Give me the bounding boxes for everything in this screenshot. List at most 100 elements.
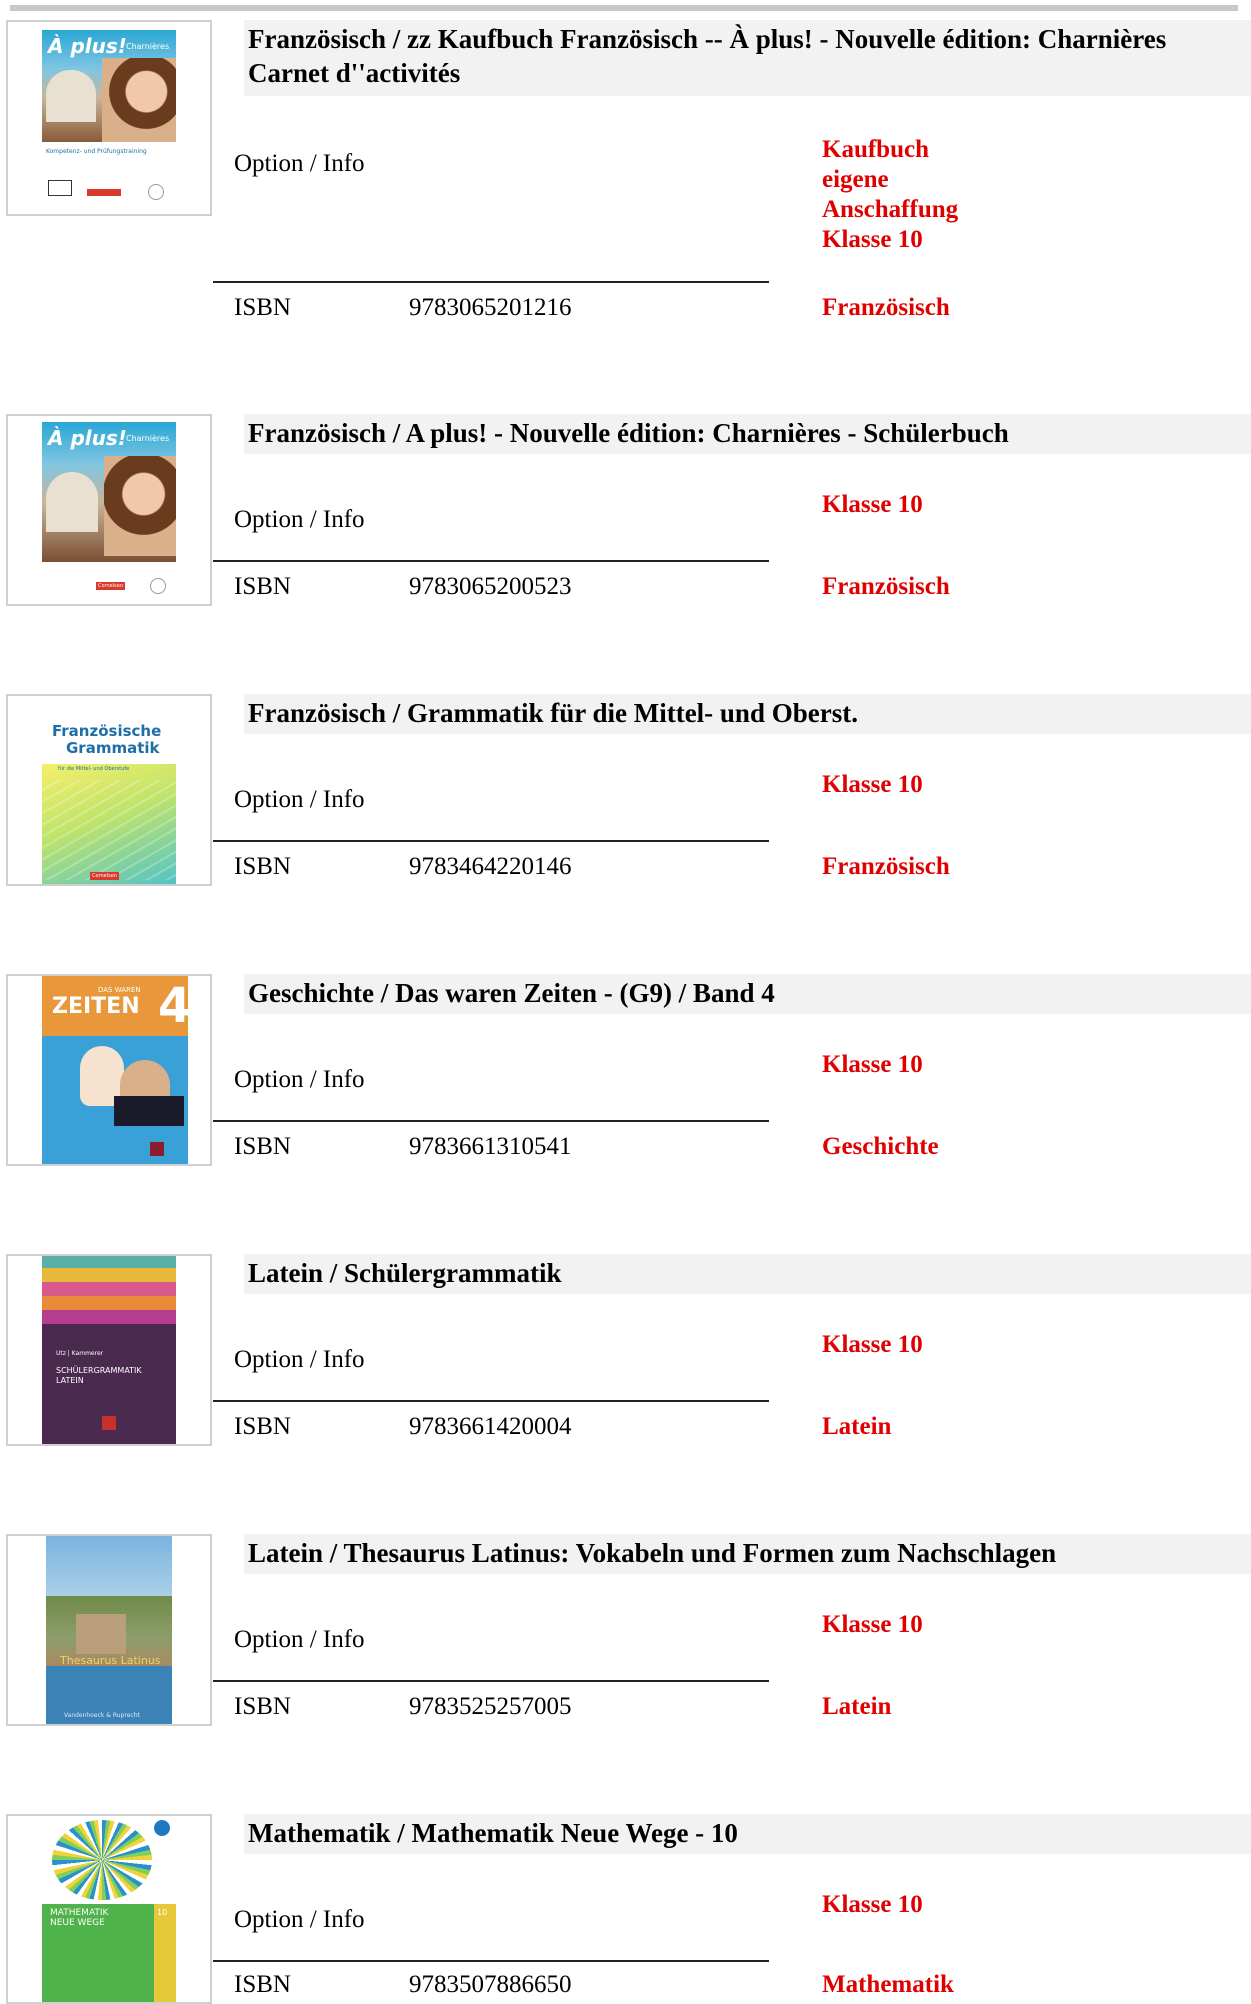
cover-title-line3: für die Mittel- und Oberstufe — [58, 766, 130, 772]
cover-brand: À plus! — [48, 426, 127, 450]
book-title[interactable]: Französisch / A plus! - Nouvelle édition… — [244, 414, 1251, 454]
isbn-label: ISBN — [234, 853, 291, 880]
isbn-label: ISBN — [234, 573, 291, 600]
cover-subtitle: Charnières — [126, 42, 170, 51]
book-title[interactable]: Latein / Schülergrammatik — [244, 1254, 1251, 1294]
cover-frame[interactable]: Französische Grammatik für die Mittel- u… — [6, 694, 212, 886]
isbn-value: 9783661310541 — [409, 1133, 572, 1160]
note-line: Klasse 10 — [822, 771, 923, 798]
cover-title-line2: NEUE WEGE — [50, 1918, 105, 1928]
cover-subtitle: Charnières — [126, 434, 170, 443]
cover-title-line1: SCHÜLERGRAMMATIK — [56, 1366, 142, 1375]
option-info-label[interactable]: Option / Info — [234, 1626, 365, 1654]
note-line: Anschaffung — [822, 196, 959, 223]
isbn-value: 9783525257005 — [409, 1693, 572, 1720]
note-line: Klasse 10 — [822, 491, 923, 518]
isbn-value: 9783661420004 — [409, 1413, 572, 1440]
cover-brand: À plus! — [48, 34, 127, 58]
publisher-logo-icon — [102, 1416, 116, 1430]
cover-extra: Kompetenz- und Prüfungstraining — [46, 148, 147, 155]
book-cover-image[interactable]: À plus! Charnières Kompetenz- und Prüfun… — [42, 30, 176, 208]
cover-title-line2: LATEIN — [56, 1376, 84, 1385]
option-info-label[interactable]: Option / Info — [234, 1906, 365, 1934]
note-line: Klasse 10 — [822, 226, 923, 253]
cover-frame[interactable]: À plus! Charnières Kompetenz- und Prüfun… — [6, 20, 212, 216]
book-entry: Französische Grammatik für die Mittel- u… — [0, 694, 1251, 954]
note-line: Kaufbuch — [822, 136, 929, 163]
isbn-label: ISBN — [234, 294, 291, 321]
isbn-value: 9783464220146 — [409, 853, 572, 880]
book-notes: Klasse 10 — [822, 1610, 923, 1640]
option-info-label[interactable]: Option / Info — [234, 786, 365, 814]
cover-frame[interactable]: 10 MATHEMATIK NEUE WEGE — [6, 1814, 212, 2004]
book-cover-image[interactable]: Französische Grammatik für die Mittel- u… — [42, 700, 176, 884]
cover-frame[interactable]: À plus! Charnières Cornelsen — [6, 414, 212, 606]
subject-label: Latein — [822, 1413, 892, 1440]
seal-icon — [148, 184, 164, 200]
subject-label: Geschichte — [822, 1133, 939, 1160]
publisher-logo-icon — [87, 189, 121, 196]
book-title[interactable]: Französisch / Grammatik für die Mittel- … — [244, 694, 1251, 734]
book-entry: Utz | Kammerer SCHÜLERGRAMMATIK LATEIN L… — [0, 1254, 1251, 1514]
cover-publisher: Vandenhoeck & Ruprecht — [64, 1712, 140, 1719]
cover-frame[interactable]: Utz | Kammerer SCHÜLERGRAMMATIK LATEIN — [6, 1254, 212, 1446]
divider-line — [213, 560, 769, 562]
isbn-label: ISBN — [234, 1413, 291, 1440]
book-cover-image[interactable]: À plus! Charnières Cornelsen — [42, 422, 176, 598]
publisher-logo-icon — [150, 1142, 164, 1156]
book-cover-image[interactable]: Thesaurus Latinus Vandenhoeck & Ruprecht — [46, 1536, 172, 1724]
cover-frame[interactable]: Thesaurus Latinus Vandenhoeck & Ruprecht — [6, 1534, 212, 1726]
option-info-label[interactable]: Option / Info — [234, 150, 365, 178]
subject-label: Französisch — [822, 573, 950, 600]
cover-band-number: 4 — [158, 978, 188, 1034]
subject-label: Französisch — [822, 853, 950, 880]
cover-publisher: Cornelsen — [96, 582, 126, 590]
subject-label: Mathematik — [822, 1971, 954, 1998]
book-notes: Klasse 10 — [822, 1890, 923, 1920]
option-info-label[interactable]: Option / Info — [234, 506, 365, 534]
cover-big-title: ZEITEN — [52, 994, 140, 1019]
isbn-label: ISBN — [234, 1133, 291, 1160]
book-cover-image[interactable]: DAS WAREN ZEITEN 4 — [42, 976, 188, 1164]
book-notes: Klasse 10 — [822, 490, 923, 520]
note-line: Klasse 10 — [822, 1891, 923, 1918]
book-cover-image[interactable]: Utz | Kammerer SCHÜLERGRAMMATIK LATEIN — [42, 1256, 176, 1444]
cover-author: Utz | Kammerer — [56, 1350, 104, 1357]
cover-band-number: 10 — [157, 1908, 168, 1917]
cover-title-line2: Grammatik — [66, 739, 160, 757]
book-title[interactable]: Mathematik / Mathematik Neue Wege - 10 — [244, 1814, 1251, 1854]
cover-title-line1: Französische — [52, 722, 162, 740]
divider-line — [213, 1680, 769, 1682]
book-entry: Thesaurus Latinus Vandenhoeck & Ruprecht… — [0, 1534, 1251, 1794]
option-info-label[interactable]: Option / Info — [234, 1346, 365, 1374]
lehr-badge-icon — [48, 180, 72, 196]
subject-label: Französisch — [822, 294, 950, 321]
book-title[interactable]: Geschichte / Das waren Zeiten - (G9) / B… — [244, 974, 1251, 1014]
book-title[interactable]: Französisch / zz Kaufbuch Französisch --… — [244, 20, 1251, 96]
note-line: eigene — [822, 166, 889, 193]
isbn-label: ISBN — [234, 1693, 291, 1720]
book-entry: 10 MATHEMATIK NEUE WEGE Mathematik / Mat… — [0, 1814, 1251, 2004]
top-divider — [10, 5, 1238, 11]
cover-publisher: Cornelsen — [90, 872, 120, 880]
book-title[interactable]: Latein / Thesaurus Latinus: Vokabeln und… — [244, 1534, 1251, 1574]
divider-line — [213, 1120, 769, 1122]
seal-icon — [150, 578, 166, 594]
note-line: Klasse 10 — [822, 1611, 923, 1638]
option-info-label[interactable]: Option / Info — [234, 1066, 365, 1094]
book-notes: Klasse 10 — [822, 1050, 923, 1080]
book-entry: DAS WAREN ZEITEN 4 Geschichte / Das ware… — [0, 974, 1251, 1234]
isbn-value: 9783065200523 — [409, 573, 572, 600]
book-notes: Klasse 10 — [822, 1330, 923, 1360]
isbn-value: 9783507886650 — [409, 1971, 572, 1998]
book-entry: À plus! Charnières Kompetenz- und Prüfun… — [0, 20, 1251, 321]
divider-line — [213, 840, 769, 842]
divider-line — [213, 281, 769, 283]
book-entry: À plus! Charnières Cornelsen Französisch… — [0, 414, 1251, 674]
isbn-value: 9783065201216 — [409, 294, 572, 321]
divider-line — [213, 1400, 769, 1402]
cover-title-line1: Thesaurus Latinus — [60, 1654, 161, 1667]
book-notes: Kaufbuch eigene Anschaffung Klasse 10 — [822, 135, 958, 255]
cover-frame[interactable]: DAS WAREN ZEITEN 4 — [6, 974, 212, 1166]
book-cover-image[interactable]: 10 MATHEMATIK NEUE WEGE — [42, 1816, 176, 2002]
